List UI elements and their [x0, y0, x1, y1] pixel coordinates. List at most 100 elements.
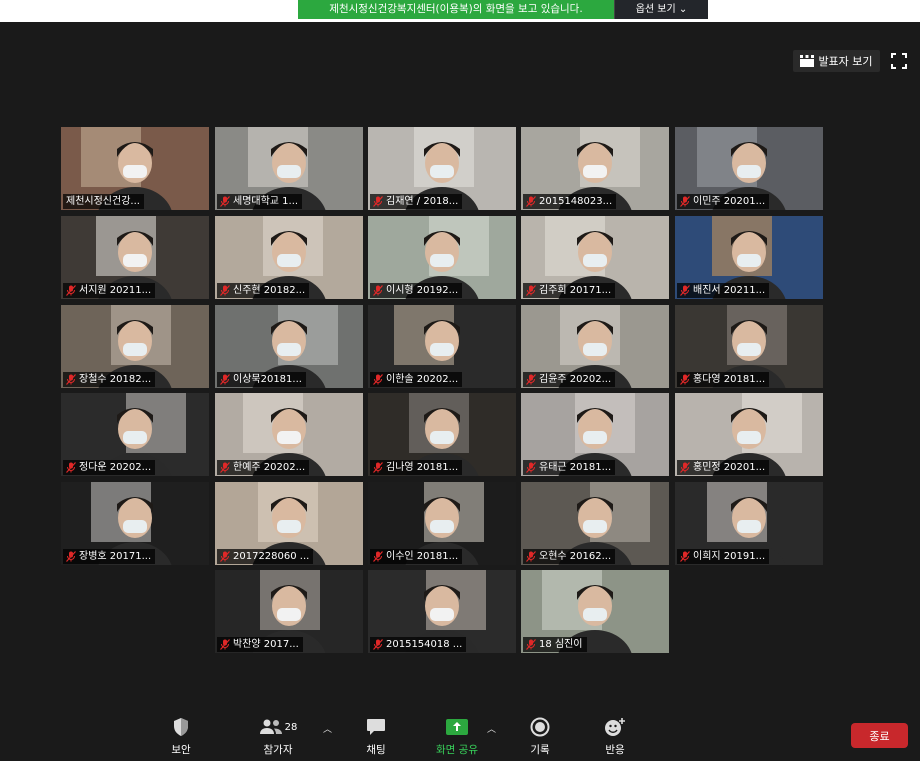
muted-mic-icon — [526, 374, 536, 385]
shield-icon — [174, 718, 188, 736]
participant-name: 이수인 20181... — [386, 551, 459, 562]
participant-tile[interactable]: 세명대학교 1... — [215, 127, 363, 210]
chat-icon — [367, 719, 385, 735]
participant-tile[interactable]: 이상묵20181... — [215, 305, 363, 388]
participant-nameplate: 장철수 20182... — [63, 372, 156, 387]
participant-tile[interactable]: 박찬양 2017... — [215, 570, 363, 653]
participant-name: 2015154018 ... — [386, 639, 463, 650]
participant-nameplate: 김재연 / 2018... — [370, 194, 463, 209]
participant-tile[interactable]: 장병호 20171... — [61, 482, 209, 565]
speaker-view-icon — [800, 55, 815, 67]
participant-tile[interactable]: 홍다영 20181... — [675, 305, 823, 388]
participant-name: 2015148023... — [539, 196, 613, 207]
share-screen-icon — [446, 719, 468, 735]
screen-share-banner: 제천시정신건강복지센터(이용복)의 화면을 보고 있습니다. 옵션 보기 ⌄ — [298, 0, 708, 19]
muted-mic-icon — [220, 285, 230, 296]
participant-name: 홍민정 20201... — [693, 462, 766, 473]
participant-name: 18 심진이 — [539, 639, 583, 650]
participant-tile[interactable]: 김나영 20181... — [368, 393, 516, 476]
participant-nameplate: 이희지 20191... — [677, 549, 770, 564]
participant-name: 이민주 20201... — [693, 196, 766, 207]
participant-nameplate: 이상묵20181... — [217, 372, 306, 387]
reactions-button[interactable]: 반응 — [580, 716, 650, 757]
participant-tile[interactable]: 이희지 20191... — [675, 482, 823, 565]
muted-mic-icon — [373, 462, 383, 473]
participant-tile[interactable]: 홍민정 20201... — [675, 393, 823, 476]
muted-mic-icon — [220, 374, 230, 385]
participant-tile[interactable]: 제천시정신건강... — [61, 127, 209, 210]
participant-name: 한예주 20202... — [233, 462, 306, 473]
participant-name: 정다운 20202... — [79, 462, 152, 473]
participant-tile[interactable]: 2017228060 ... — [215, 482, 363, 565]
chat-button[interactable]: 채팅 — [341, 716, 411, 757]
participant-tile[interactable]: 이한솔 20202... — [368, 305, 516, 388]
participants-chevron-up-icon[interactable]: ︿ — [323, 722, 332, 735]
participant-tile[interactable]: 이민주 20201... — [675, 127, 823, 210]
participant-tile[interactable]: 김재연 / 2018... — [368, 127, 516, 210]
participant-tile[interactable]: 한예주 20202... — [215, 393, 363, 476]
participant-tile[interactable]: 2015148023... — [521, 127, 669, 210]
participant-name: 오현수 20162... — [539, 551, 612, 562]
participant-tile[interactable]: 신주현 20182... — [215, 216, 363, 299]
participant-nameplate: 이시형 20192... — [370, 283, 463, 298]
muted-mic-icon — [373, 285, 383, 296]
participant-nameplate: 박찬양 2017... — [217, 637, 303, 652]
participant-tile[interactable]: 장철수 20182... — [61, 305, 209, 388]
participant-tile[interactable]: 18 심진이 — [521, 570, 669, 653]
participant-name: 김주희 20171... — [539, 285, 612, 296]
participants-count: 28 — [284, 721, 298, 733]
participant-tile[interactable]: 김윤주 20202... — [521, 305, 669, 388]
participant-tile[interactable]: 이시형 20192... — [368, 216, 516, 299]
participant-nameplate: 홍민정 20201... — [677, 460, 770, 475]
participants-button[interactable]: 28 참가자 — [243, 716, 313, 757]
security-label: 보안 — [171, 744, 191, 756]
fullscreen-icon[interactable] — [890, 52, 908, 70]
meeting-toolbar: 보안 28 참가자 ︿ 채팅 화면 공유 ︿ 기록 반응 — [0, 702, 920, 761]
reactions-icon — [605, 718, 625, 736]
participant-nameplate: 한예주 20202... — [217, 460, 310, 475]
participant-tile[interactable]: 김주희 20171... — [521, 216, 669, 299]
participant-tile[interactable]: 2015154018 ... — [368, 570, 516, 653]
muted-mic-icon — [680, 196, 690, 207]
participant-tile[interactable]: 이수인 20181... — [368, 482, 516, 565]
muted-mic-icon — [66, 551, 76, 562]
participant-name: 배진서 20211... — [693, 285, 766, 296]
participant-nameplate: 이민주 20201... — [677, 194, 770, 209]
participant-name: 서지원 20211... — [79, 285, 152, 296]
participant-nameplate: 2015148023... — [523, 194, 617, 209]
participants-icon — [259, 719, 282, 734]
participant-nameplate: 2017228060 ... — [217, 549, 314, 564]
participant-name: 제천시정신건강... — [66, 196, 140, 207]
chat-label: 채팅 — [366, 744, 386, 756]
record-button[interactable]: 기록 — [505, 716, 575, 757]
participant-nameplate: 정다운 20202... — [63, 460, 156, 475]
participant-nameplate: 18 심진이 — [523, 637, 587, 652]
muted-mic-icon — [373, 639, 383, 650]
muted-mic-icon — [680, 462, 690, 473]
muted-mic-icon — [526, 196, 536, 207]
participant-tile[interactable]: 정다운 20202... — [61, 393, 209, 476]
participant-name: 이상묵20181... — [233, 374, 302, 385]
end-meeting-button[interactable]: 종료 — [851, 723, 908, 748]
muted-mic-icon — [526, 462, 536, 473]
participant-tile[interactable]: 배진서 20211... — [675, 216, 823, 299]
participant-nameplate: 홍다영 20181... — [677, 372, 770, 387]
participant-name: 장철수 20182... — [79, 374, 152, 385]
participant-name: 장병호 20171... — [79, 551, 152, 562]
participant-nameplate: 유태근 20181... — [523, 460, 616, 475]
participant-nameplate: 제천시정신건강... — [63, 194, 144, 209]
security-button[interactable]: 보안 — [146, 716, 216, 757]
speaker-view-button[interactable]: 발표자 보기 — [793, 50, 880, 72]
muted-mic-icon — [220, 196, 230, 207]
participant-tile[interactable]: 유태근 20181... — [521, 393, 669, 476]
share-chevron-up-icon[interactable]: ︿ — [487, 722, 496, 735]
participant-tile[interactable]: 서지원 20211... — [61, 216, 209, 299]
participant-nameplate: 배진서 20211... — [677, 283, 770, 298]
participant-tile[interactable]: 오현수 20162... — [521, 482, 669, 565]
view-options-button[interactable]: 옵션 보기 ⌄ — [614, 0, 708, 19]
chevron-down-icon: ⌄ — [678, 4, 688, 15]
participant-name: 이희지 20191... — [693, 551, 766, 562]
muted-mic-icon — [66, 462, 76, 473]
muted-mic-icon — [220, 551, 230, 562]
share-screen-button[interactable]: 화면 공유 — [422, 716, 492, 757]
